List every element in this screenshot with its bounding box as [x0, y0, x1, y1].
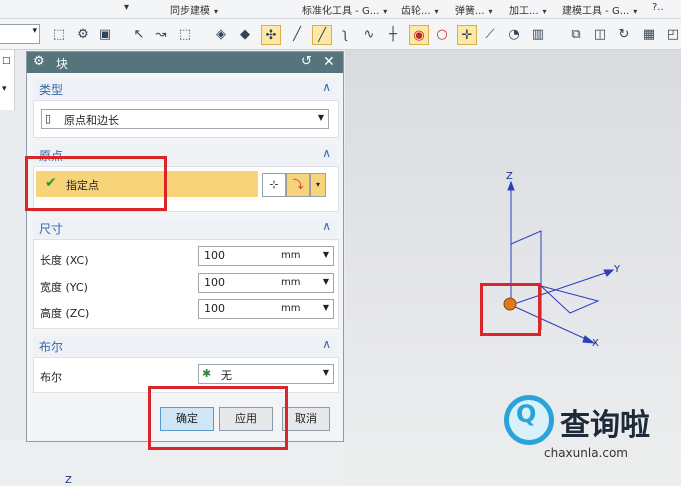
type-select-value: 原点和边长	[64, 114, 119, 127]
origin-section: ✔ 指定点 ⊹ ⤵ ▾	[33, 166, 339, 212]
boolean-select[interactable]: ✱ 无 ▼	[198, 364, 334, 384]
origin-point	[503, 297, 517, 311]
block-dialog: ⚙ 块 ↺ ✕ 类型 ∧ ▯ 原点和边长 ▼ 原点 ∧ ✔ 指定点 ⊹ ⤵ ▾ …	[26, 51, 344, 442]
length-label: 长度 (XC)	[40, 254, 89, 267]
origin-section-header[interactable]: 原点 ∧	[33, 145, 337, 165]
length-input[interactable]: 100 mm ▼	[198, 246, 334, 266]
watermark-logo: Q 查询啦 chaxunla.com	[498, 392, 680, 466]
check-icon: ✔	[45, 175, 57, 191]
axis-y-label: Y	[614, 264, 621, 275]
boolean-label: 布尔	[40, 371, 62, 384]
dimensions-section: 长度 (XC) 100 mm ▼ 宽度 (YC) 100 mm ▼ 高度 (ZC…	[33, 239, 339, 329]
plane-xz-edge	[510, 230, 542, 286]
length-unit: mm	[281, 250, 301, 261]
width-unit: mm	[281, 277, 301, 288]
chevron-down-icon[interactable]: ▼	[323, 250, 329, 259]
height-unit: mm	[281, 303, 301, 314]
specify-point-row[interactable]: ✔ 指定点	[36, 171, 258, 197]
chevron-down-icon: ▼	[322, 368, 329, 377]
type-section-header[interactable]: 类型 ∧	[33, 79, 337, 99]
dimensions-section-header[interactable]: 尺寸 ∧	[33, 218, 337, 238]
width-label: 宽度 (YC)	[40, 281, 88, 294]
plane-xy-edge	[540, 285, 600, 314]
boolean-none-icon: ✱	[202, 367, 212, 380]
collapse-icon[interactable]: ∧	[322, 146, 331, 160]
boolean-section: 布尔 ✱ 无 ▼	[33, 357, 339, 393]
axis-z-label: Z	[506, 171, 513, 182]
inferred-point-icon[interactable]: ⤵	[286, 173, 310, 197]
collapse-icon[interactable]: ∧	[322, 80, 331, 94]
watermark-url: chaxunla.com	[544, 446, 628, 460]
reset-icon[interactable]: ↺	[301, 54, 312, 69]
dialog-title-bar[interactable]: ⚙ 块 ↺ ✕	[27, 52, 343, 73]
boolean-section-label: 布尔	[39, 340, 64, 354]
logo-q-icon: Q	[516, 400, 537, 428]
close-icon[interactable]: ✕	[323, 54, 335, 70]
gear-icon: ⚙	[33, 54, 45, 69]
boolean-section-header[interactable]: 布尔 ∧	[33, 336, 337, 356]
dimensions-section-label: 尺寸	[39, 222, 64, 236]
point-dialog-icon[interactable]: ⊹	[262, 173, 286, 197]
watermark-name: 查询啦	[560, 408, 650, 443]
chevron-down-icon[interactable]: ▼	[323, 303, 329, 312]
block-type-icon: ▯	[45, 112, 52, 125]
apply-button[interactable]: 应用	[219, 407, 273, 431]
height-value: 100	[204, 302, 225, 315]
y-axis-arrow	[603, 269, 615, 277]
type-section-label: 类型	[39, 83, 64, 97]
type-section: ▯ 原点和边长 ▼	[33, 100, 339, 138]
length-value: 100	[204, 249, 225, 262]
width-input[interactable]: 100 mm ▼	[198, 273, 334, 293]
collapse-icon[interactable]: ∧	[322, 219, 331, 233]
axis-x-label: X	[592, 338, 599, 349]
bottom-axis-label: Z	[65, 475, 72, 486]
origin-section-label: 原点	[39, 149, 64, 163]
type-select[interactable]: ▯ 原点和边长 ▼	[41, 109, 329, 129]
ok-button[interactable]: 确定	[160, 407, 214, 431]
z-axis-arrow	[507, 180, 515, 191]
collapse-icon[interactable]: ∧	[322, 337, 331, 351]
cancel-button[interactable]: 取消	[282, 407, 330, 431]
height-input[interactable]: 100 mm ▼	[198, 299, 334, 319]
chevron-down-icon: ▼	[317, 113, 324, 122]
chevron-down-icon[interactable]: ▼	[323, 277, 329, 286]
height-label: 高度 (ZC)	[40, 307, 90, 320]
specify-point-label: 指定点	[66, 179, 99, 192]
dialog-title: 块	[56, 57, 69, 71]
width-value: 100	[204, 276, 225, 289]
point-type-dropdown[interactable]: ▾	[310, 173, 326, 197]
boolean-select-value: 无	[221, 369, 232, 382]
